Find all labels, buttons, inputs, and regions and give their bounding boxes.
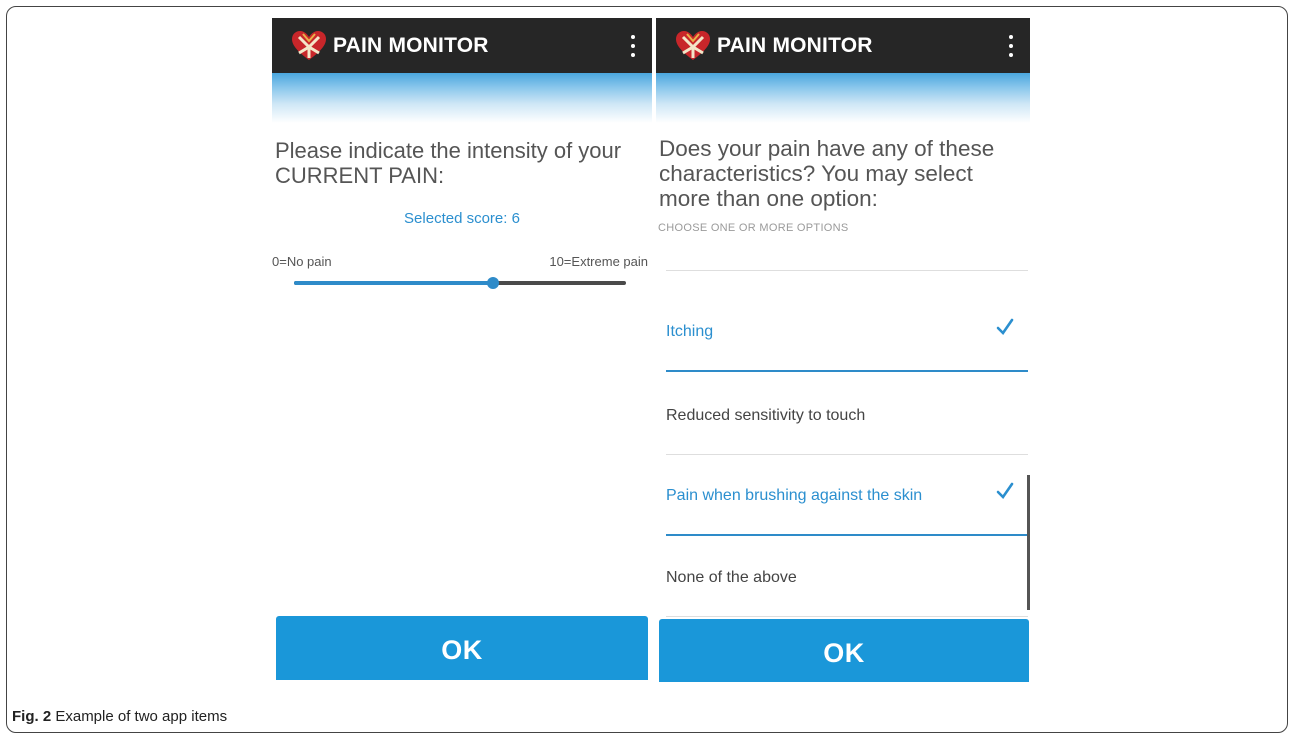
option-label: Pain when brushing against the skin <box>666 487 923 504</box>
figure-caption: Fig. 2 Example of two app items <box>12 708 227 725</box>
option-label: Itching <box>666 323 714 340</box>
question-text: Please indicate the intensity of your CU… <box>275 138 622 188</box>
pain-characteristics-screen: PAIN MONITOR Does your pain have any of … <box>656 18 1030 682</box>
option-none[interactable]: None of the above <box>656 540 1030 618</box>
option-itching[interactable]: Itching <box>656 294 1030 372</box>
overflow-menu-icon[interactable] <box>1008 35 1014 57</box>
option-divider <box>666 270 1028 271</box>
option-label: Reduced sensitivity to touch <box>666 407 866 424</box>
option-label: None of the above <box>666 569 797 586</box>
selection-hint: CHOOSE ONE OR MORE OPTIONS <box>658 222 849 234</box>
selected-underline <box>666 534 1028 536</box>
app-bar: PAIN MONITOR <box>272 18 652 73</box>
question-text: Does your pain have any of these charact… <box>659 136 995 211</box>
selected-underline <box>666 370 1028 372</box>
checkmark-icon <box>996 482 1014 500</box>
ok-button[interactable]: OK <box>659 619 1029 682</box>
option-divider <box>666 616 1028 617</box>
option-pain-brushing[interactable]: Pain when brushing against the skin <box>656 458 1030 536</box>
app-bar: PAIN MONITOR <box>656 18 1030 73</box>
scale-min-label: 0=No pain <box>272 254 332 269</box>
scale-max-label: 10=Extreme pain <box>549 254 648 269</box>
app-title: PAIN MONITOR <box>717 33 873 57</box>
scrollbar[interactable] <box>1027 475 1030 610</box>
option-divider <box>666 454 1028 455</box>
header-banner <box>272 73 652 123</box>
app-logo-icon <box>292 30 326 60</box>
app-title: PAIN MONITOR <box>333 33 489 57</box>
selected-score: Selected score: 6 <box>404 210 520 227</box>
overflow-menu-icon[interactable] <box>630 35 636 57</box>
app-logo-icon <box>676 30 710 60</box>
checkmark-icon <box>996 318 1014 336</box>
pain-slider[interactable] <box>294 277 626 289</box>
option-reduced-sensitivity[interactable]: Reduced sensitivity to touch <box>656 378 1030 456</box>
pain-intensity-screen: PAIN MONITOR Please indicate the intensi… <box>272 18 652 680</box>
header-banner <box>656 73 1030 123</box>
figure-label: Fig. 2 <box>12 708 52 725</box>
caption-text: Example of two app items <box>55 708 228 725</box>
slider-thumb[interactable] <box>487 277 500 289</box>
slider-fill <box>294 281 494 285</box>
ok-button[interactable]: OK <box>276 616 648 680</box>
